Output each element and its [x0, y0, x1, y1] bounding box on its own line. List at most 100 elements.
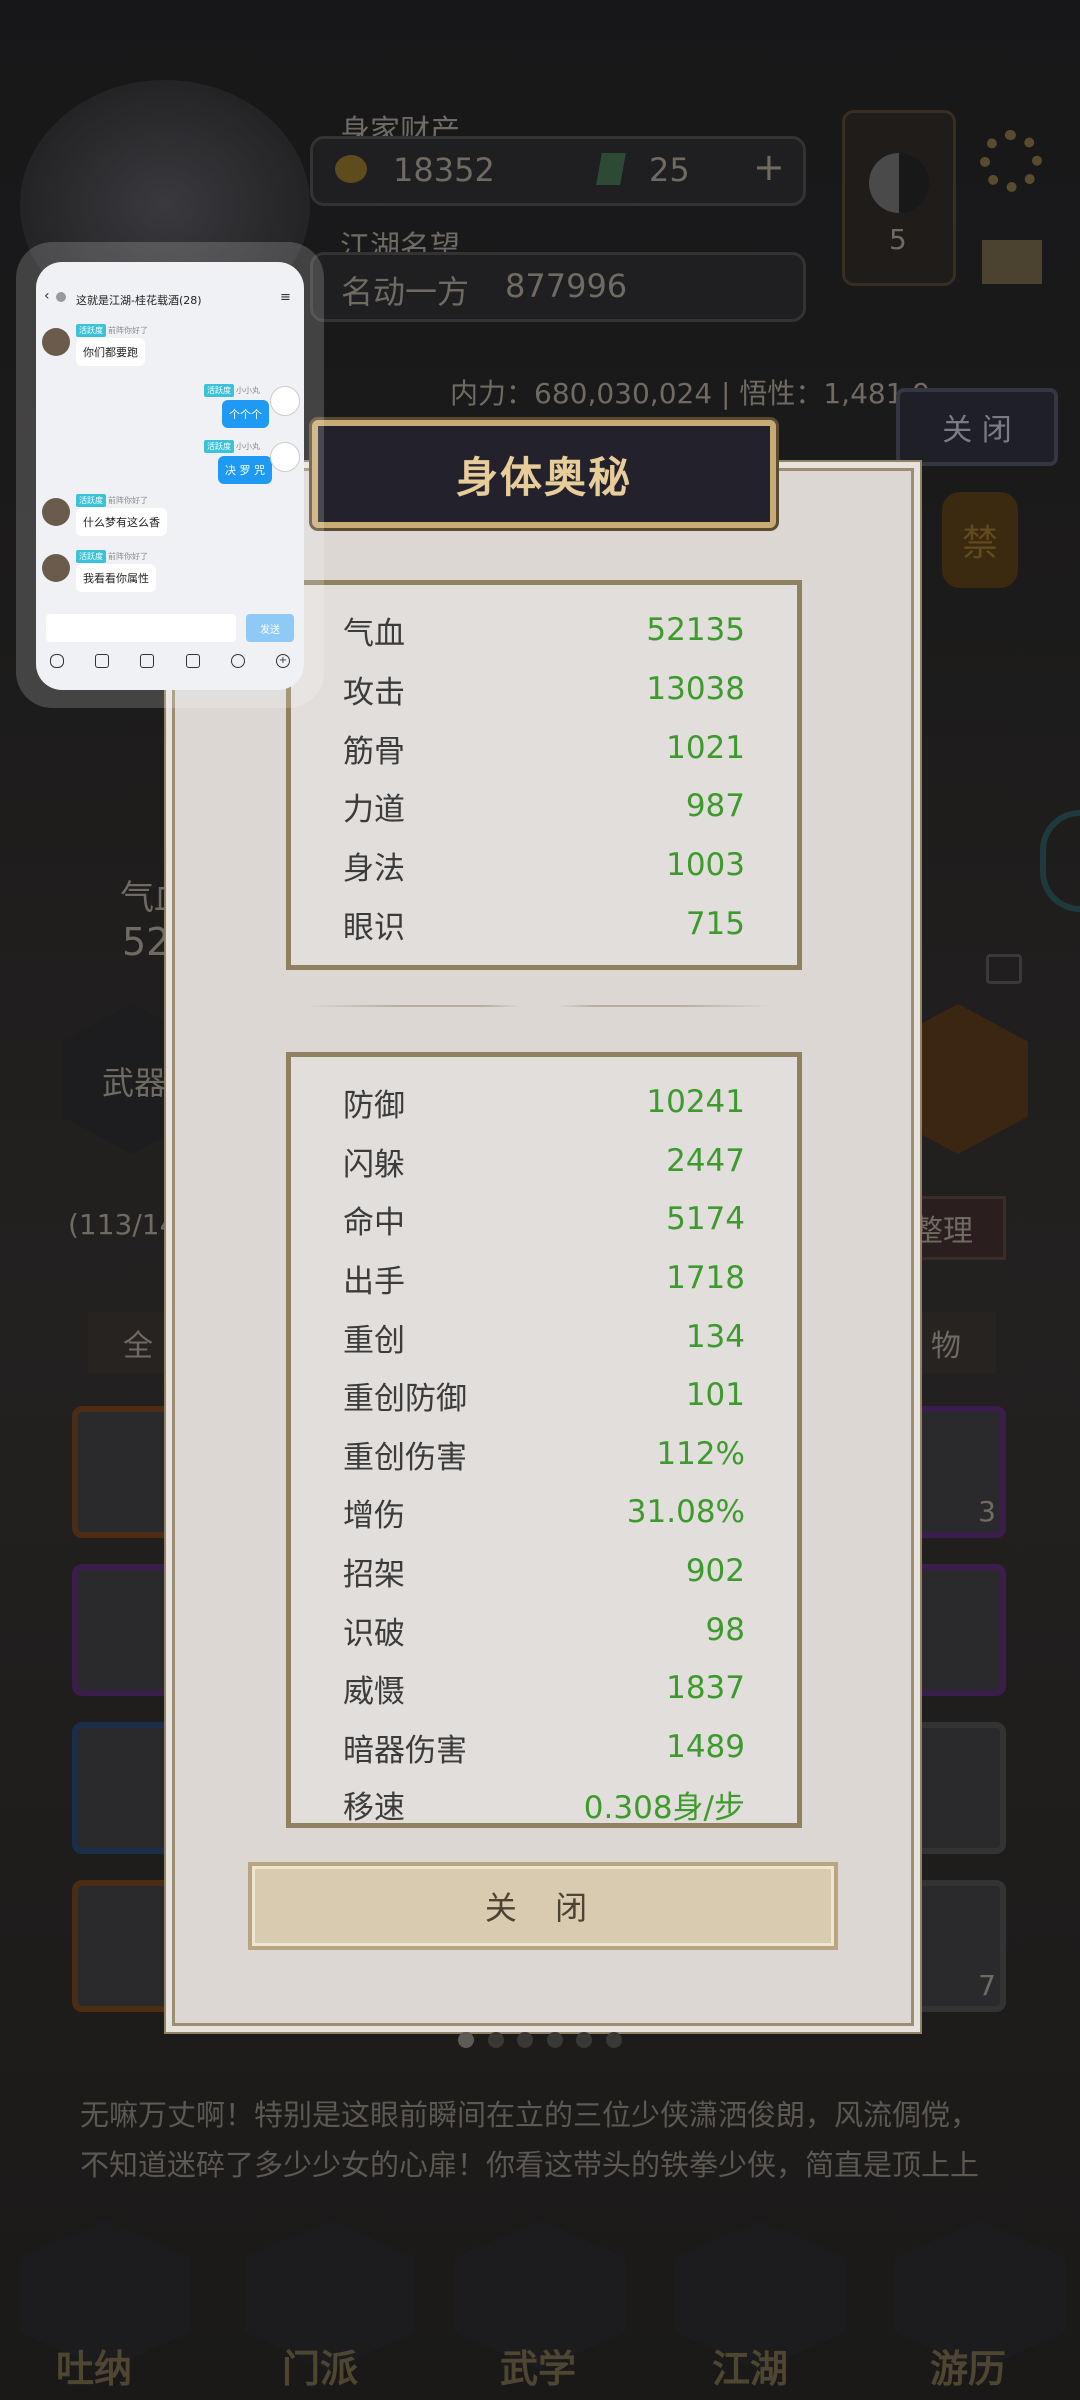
refresh-icon[interactable]	[986, 954, 1022, 984]
mail-icon[interactable]	[982, 240, 1042, 284]
stat-row: 重创伤害 112%	[343, 1425, 745, 1483]
reputation-bar: 名动一方 877996	[310, 252, 806, 322]
stat-label: 重创	[343, 1322, 405, 1359]
side-handle[interactable]	[1040, 810, 1080, 912]
chat-menu-icon[interactable]: ≡	[280, 290, 291, 305]
stat-value: 134	[685, 1319, 745, 1355]
stat-row: 重创 134	[343, 1308, 745, 1366]
chat-message[interactable]: 什么梦有这么香	[76, 508, 167, 536]
stat-row: 筋骨 1021	[343, 719, 745, 777]
stat-row: 威慑 1837	[343, 1659, 745, 1717]
sender-name: 前阵你好了	[108, 552, 148, 561]
avatar[interactable]	[42, 328, 70, 356]
sender-name: 小小丸	[236, 386, 260, 395]
tab-item-label: 物	[931, 1329, 961, 1364]
stat-label: 气血	[343, 615, 405, 652]
sender-name: 小小丸	[236, 442, 260, 451]
stat-label: 闪躲	[343, 1146, 405, 1183]
inventory-slot[interactable]	[72, 1406, 184, 1538]
combat-stats-box[interactable]: 防御 10241 闪躲 2447 命中 5174 出手 1718 重创 134 重创防御 1…	[286, 1052, 802, 1828]
add-currency-button[interactable]: +	[753, 145, 785, 189]
avatar[interactable]	[42, 498, 70, 526]
avatar[interactable]	[270, 442, 300, 472]
stat-label: 眼识	[343, 909, 405, 946]
stat-value: 1718	[666, 1260, 745, 1296]
stat-row: 出手 1718	[343, 1249, 745, 1307]
stat-label: 招架	[343, 1556, 405, 1593]
floating-chat-window[interactable]: ‹ 这就是江湖-桂花载酒(28) ≡ 活跃度 前阵你好了 你们都要跑 活跃度 小…	[36, 262, 304, 690]
image-icon[interactable]	[95, 654, 110, 668]
stat-label: 重创伤害	[343, 1439, 467, 1476]
chat-message[interactable]: 我看看你属性	[76, 564, 156, 592]
story-text: 无嘛万丈啊！特别是这眼前瞬间在立的三位少侠潇洒俊朗，风流倜傥，不知道迷碎了多少少…	[80, 2098, 980, 2200]
microphone-icon[interactable]	[50, 654, 64, 668]
chat-message[interactable]: 决 罗 咒	[218, 456, 272, 484]
reputation-title: 名动一方	[341, 273, 470, 311]
modal-close-button[interactable]: 关 闭	[248, 1862, 838, 1950]
nav-wuxue-label: 武学	[500, 2347, 577, 2391]
top-close-button[interactable]: 关 闭	[896, 388, 1058, 466]
stat-row: 防御 10241	[343, 1073, 745, 1131]
stat-label: 威慑	[343, 1673, 405, 1710]
stat-row: 力道 987	[343, 777, 745, 835]
stat-label: 力道	[343, 791, 405, 828]
nav-jianghu-label: 江湖	[712, 2347, 789, 2391]
page-dot[interactable]	[517, 2032, 534, 2048]
stat-row: 攻击 13038	[343, 660, 745, 718]
stat-row: 增伤 31.08%	[343, 1483, 745, 1541]
qi-value-bg: 52	[122, 920, 171, 964]
top-close-label: 关 闭	[942, 413, 1012, 448]
reputation-value: 877996	[505, 267, 628, 305]
avatar[interactable]	[270, 386, 300, 416]
stat-row: 眼识 715	[343, 895, 745, 953]
gold-icon	[335, 155, 367, 183]
stat-label: 识破	[343, 1615, 405, 1652]
stat-value: 101	[685, 1377, 745, 1413]
inventory-slot[interactable]	[72, 1564, 184, 1696]
power-line: 内力：680,030,024 | 悟性：1,481,9	[450, 377, 931, 410]
chat-message[interactable]: 个个个	[222, 400, 269, 428]
stat-value: 10241	[646, 1084, 745, 1120]
stat-label: 身法	[343, 850, 405, 887]
page-dot[interactable]	[576, 2032, 593, 2048]
page-dot[interactable]	[458, 2032, 474, 2048]
stat-value: 1003	[666, 847, 745, 883]
chat-input[interactable]	[46, 614, 236, 642]
chat-message[interactable]: 你们都要跑	[76, 338, 145, 366]
send-button[interactable]: 发送	[246, 614, 294, 642]
inventory-slot[interactable]	[72, 1722, 184, 1854]
gold-amount: 18352	[393, 151, 495, 189]
red-packet-icon[interactable]	[185, 654, 200, 668]
emoji-icon[interactable]	[230, 654, 245, 668]
inventory-slot[interactable]	[72, 1880, 184, 2012]
tab-all-label: 全	[123, 1329, 153, 1364]
chat-back-icon[interactable]: ‹	[44, 288, 50, 304]
stat-value: 1837	[666, 1670, 745, 1706]
nav-menpai-label: 门派	[282, 2347, 359, 2391]
nav-tuna-label: 吐纳	[56, 2347, 133, 2391]
member-badge: 活跃度	[76, 550, 106, 563]
member-badge: 活跃度	[204, 384, 234, 397]
stat-value: 1489	[666, 1729, 745, 1765]
stat-label: 命中	[343, 1204, 405, 1241]
taiji-badge[interactable]: 5	[842, 110, 956, 286]
stat-row: 移速 0.308身/步	[343, 1775, 745, 1826]
page-dot[interactable]	[546, 2032, 563, 2048]
settings-gear-icon[interactable]	[980, 130, 1042, 192]
modal-title-plate: 身体奥秘	[312, 420, 776, 528]
plus-icon[interactable]: +	[275, 654, 290, 668]
stat-value: 987	[685, 788, 745, 824]
avatar[interactable]	[42, 554, 70, 582]
stat-label: 暗器伤害	[343, 1732, 467, 1769]
page-dot[interactable]	[487, 2032, 504, 2048]
page-dot[interactable]	[605, 2032, 622, 2048]
stat-value: 98	[705, 1612, 745, 1648]
page-indicator	[458, 2032, 622, 2048]
stat-value: 0.308身/步	[583, 1789, 745, 1826]
camera-icon[interactable]	[140, 654, 155, 668]
jade-amount: 25	[649, 151, 690, 189]
stat-value: 52135	[646, 612, 745, 648]
currency-bar: 18352 25 +	[310, 136, 806, 206]
stat-label: 筋骨	[343, 733, 405, 770]
taiji-icon	[869, 153, 929, 213]
